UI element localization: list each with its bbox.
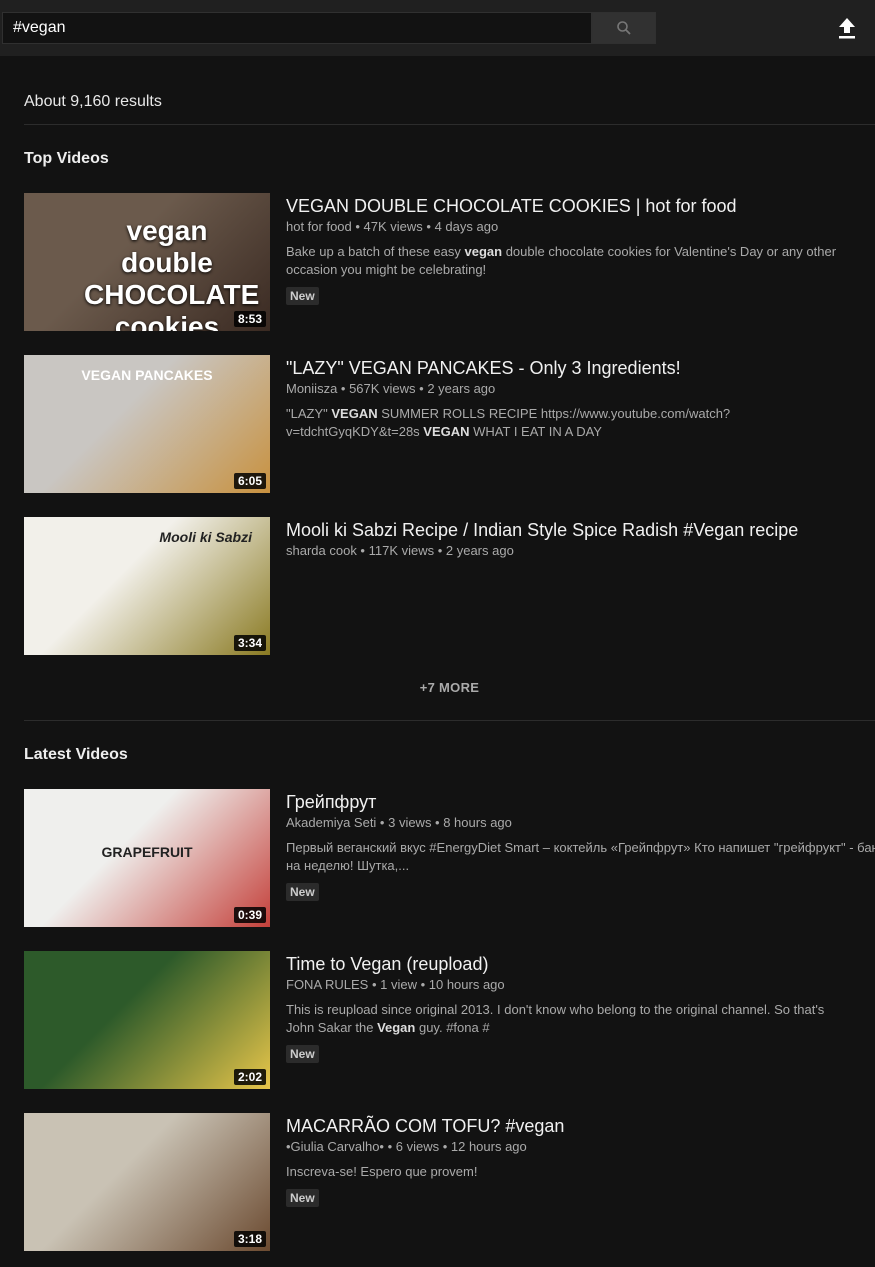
duration-badge: 2:02 (233, 1069, 266, 1085)
thumbnail-text: Mooli ki Sabzi (159, 529, 252, 545)
search-icon (617, 21, 631, 35)
video-result[interactable]: 2:02 Time to Vegan (reupload) FONA RULES •… (24, 951, 875, 1089)
duration-badge: 6:05 (233, 473, 266, 489)
search-button[interactable] (592, 12, 656, 44)
more-button[interactable]: +7 MORE (24, 680, 875, 695)
video-thumbnail[interactable]: 2:02 (24, 951, 270, 1089)
video-info: Mooli ki Sabzi Recipe / Indian Style Spi… (286, 519, 875, 559)
video-meta: sharda cook • 117K views • 2 years ago (286, 543, 514, 558)
highlighted-term: VEGAN (331, 406, 378, 421)
new-badge: New (286, 1045, 319, 1063)
description-text: "LAZY" (286, 406, 332, 421)
section-title: Latest Videos (24, 746, 128, 763)
video-meta: Akademiya Seti • 3 views • 8 hours ago (286, 815, 512, 830)
video-thumbnail[interactable]: GRAPEFRUIT 0:39 (24, 789, 270, 927)
description-text: Первый веганский вкус #EnergyDiet Smart … (286, 840, 875, 873)
video-info: Грейпфрут Akademiya Seti • 3 views • 8 ho… (286, 791, 875, 901)
thumbnail-text: GRAPEFRUIT (101, 844, 193, 860)
video-thumbnail[interactable]: vegan double CHOCOLATE cookies 8:53 (24, 193, 270, 331)
video-meta: hot for food • 47K views • 4 days ago (286, 219, 499, 234)
new-badge: New (286, 1189, 319, 1207)
video-description: Первый веганский вкус #EnergyDiet Smart … (286, 839, 875, 875)
video-meta: FONA RULES • 1 view • 10 hours ago (286, 977, 505, 992)
description-text: WHAT I EAT IN A DAY (469, 424, 602, 439)
video-result[interactable]: GRAPEFRUIT 0:39 Грейпфрут Akademiya Seti • … (24, 789, 875, 927)
highlighted-term: Vegan (377, 1020, 416, 1035)
video-info: VEGAN DOUBLE CHOCOLATE COOKIES | hot for… (286, 195, 875, 305)
description-text: This is reupload since original 2013. I … (286, 1002, 825, 1035)
video-info: "LAZY" VEGAN PANCAKES - Only 3 Ingredien… (286, 357, 875, 441)
video-description: Inscreva-se! Espero que provem! (286, 1163, 856, 1181)
top-bar (0, 0, 875, 56)
video-info: MACARRÃO COM TOFU? #vegan •Giulia Carvalh… (286, 1115, 875, 1207)
duration-badge: 3:18 (233, 1231, 266, 1247)
video-title[interactable]: Time to Vegan (reupload) (286, 953, 875, 975)
video-thumbnail[interactable]: 3:18 (24, 1113, 270, 1251)
video-thumbnail[interactable]: Mooli ki Sabzi 3:34 (24, 517, 270, 655)
video-title[interactable]: MACARRÃO COM TOFU? #vegan (286, 1115, 875, 1137)
duration-badge: 0:39 (233, 907, 266, 923)
video-description: Bake up a batch of these easy vegan doub… (286, 243, 856, 279)
new-badge: New (286, 883, 319, 901)
description-text: Bake up a batch of these easy (286, 244, 465, 259)
video-thumbnail[interactable]: VEGAN PANCAKES 6:05 (24, 355, 270, 493)
description-text: guy. #fona # (415, 1020, 490, 1035)
results-count: About 9,160 results (24, 93, 162, 110)
highlighted-term: vegan (464, 244, 503, 259)
duration-badge: 3:34 (233, 635, 266, 651)
upload-icon[interactable] (836, 16, 858, 40)
video-result[interactable]: Mooli ki Sabzi 3:34 Mooli ki Sabzi Recipe … (24, 517, 875, 655)
video-result[interactable]: vegan double CHOCOLATE cookies 8:53 VEGAN … (24, 193, 875, 331)
video-description: "LAZY" VEGAN SUMMER ROLLS RECIPE https:/… (286, 405, 856, 441)
video-meta: •Giulia Carvalho• • 6 views • 12 hours a… (286, 1139, 527, 1154)
section-title: Top Videos (24, 150, 109, 167)
video-title[interactable]: Mooli ki Sabzi Recipe / Indian Style Spi… (286, 519, 875, 541)
highlighted-term: VEGAN (423, 424, 470, 439)
video-info: Time to Vegan (reupload) FONA RULES • 1 v… (286, 953, 875, 1063)
video-result[interactable]: 3:18 MACARRÃO COM TOFU? #vegan •Giulia Car… (24, 1113, 875, 1251)
new-badge: New (286, 287, 319, 305)
description-text: Inscreva-se! Espero que provem! (286, 1164, 478, 1179)
video-title[interactable]: Грейпфрут (286, 791, 875, 813)
duration-badge: 8:53 (233, 311, 266, 327)
divider (24, 720, 875, 721)
divider (24, 124, 875, 125)
video-title[interactable]: VEGAN DOUBLE CHOCOLATE COOKIES | hot for… (286, 195, 875, 217)
video-result[interactable]: VEGAN PANCAKES 6:05 "LAZY" VEGAN PANCAKES … (24, 355, 875, 493)
thumbnail-text: VEGAN PANCAKES (81, 367, 213, 383)
search-input[interactable] (2, 12, 592, 44)
video-description: This is reupload since original 2013. I … (286, 1001, 856, 1037)
video-meta: Moniisza • 567K views • 2 years ago (286, 381, 496, 396)
video-title[interactable]: "LAZY" VEGAN PANCAKES - Only 3 Ingredien… (286, 357, 875, 379)
